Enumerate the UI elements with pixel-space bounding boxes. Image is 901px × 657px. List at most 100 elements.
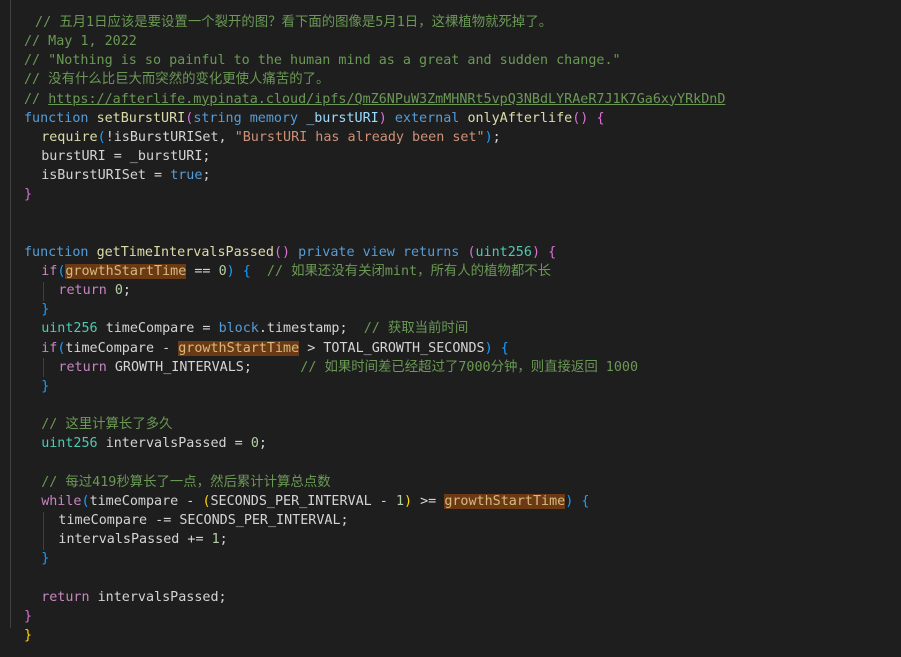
code-token: timeCompare -= SECONDS_PER_INTERVAL; [58, 512, 349, 528]
code-token: external [394, 110, 468, 126]
code-comment: // 没有什么比巨大而突然的变化更使人痛苦的了。 [24, 72, 330, 88]
code-token: growthStartTime [444, 493, 566, 509]
code-token: 0 [250, 436, 259, 452]
code-token: intervalsPassed; [97, 589, 227, 605]
code-line[interactable]: uint256 timeCompare = block.timestamp; /… [41, 319, 468, 338]
code-token: GROWTH_INTERVALS; [114, 359, 301, 375]
code-line[interactable]: } [24, 185, 32, 204]
code-token: } [24, 187, 33, 203]
code-line[interactable]: if(growthStartTime == 0) { // 如果还没有关闭min… [41, 262, 551, 281]
code-token: growthStartTime [65, 263, 187, 279]
code-token: 0 [114, 283, 123, 299]
code-comment: // 获取当前时间 [363, 321, 469, 337]
code-token: ) [484, 340, 501, 356]
code-comment: // 五月1日应该是要设置一个裂开的图？看下面的图像是5月1日，这棵植物就死掉了… [27, 15, 553, 30]
code-line[interactable]: // "Nothing is so painful to the human m… [24, 51, 621, 70]
code-line[interactable]: return intervalsPassed; [41, 588, 226, 607]
code-token: ( [97, 129, 106, 145]
code-token: private [298, 244, 363, 260]
code-line[interactable]: timeCompare -= SECONDS_PER_INTERVAL; [58, 511, 348, 530]
code-token: >= [420, 493, 445, 509]
code-line[interactable]: intervalsPassed += 1; [58, 530, 227, 549]
code-line[interactable]: } [41, 377, 49, 396]
code-token: () [273, 244, 299, 260]
code-token: if [41, 340, 58, 356]
code-line[interactable]: isBurstURISet = true; [41, 166, 210, 185]
code-token: ; [258, 436, 267, 452]
code-token: ) [404, 493, 421, 509]
code-token: timeCompare = [105, 321, 219, 337]
code-comment: // 这里计算长了多久 [41, 417, 173, 433]
code-token: ( [202, 493, 211, 509]
code-line[interactable]: burstURI = _burstURI; [41, 147, 210, 166]
code-comment: // 如果还没有关闭mint，所有人的植物都不长 [250, 263, 552, 279]
code-token: uint256 [41, 436, 106, 452]
code-token: return [58, 283, 115, 299]
code-token: true [170, 168, 203, 184]
code-line[interactable]: // 每过419秒算长了一点，然后累计计算总点数 [41, 473, 330, 492]
code-token: { [500, 340, 509, 356]
code-comment: // "Nothing is so painful to the human m… [24, 53, 621, 69]
code-token: uint256 [475, 244, 532, 260]
code-token: ; [202, 168, 211, 184]
indent-guide [43, 358, 44, 377]
indent-guide [43, 512, 44, 550]
code-token: ( [467, 244, 476, 260]
code-line[interactable]: function setBurstURI(string memory _burs… [24, 109, 605, 128]
code-line[interactable]: return 0; [58, 281, 131, 300]
code-token: ; [219, 532, 228, 548]
code-token: returns [402, 244, 468, 260]
code-line[interactable]: // 这里计算长了多久 [41, 415, 172, 434]
code-token: function [24, 244, 97, 260]
code-token: timeCompare - [65, 340, 179, 356]
code-token: SECONDS_PER_INTERVAL - [210, 493, 396, 509]
code-token: > TOTAL_GROWTH_SECONDS [299, 340, 485, 356]
code-token: !isBurstURISet, [105, 129, 235, 145]
code-line[interactable]: // 没有什么比巨大而突然的变化更使人痛苦的了。 [24, 70, 329, 89]
code-token: onlyAfterlife [467, 110, 573, 126]
code-token: } [24, 608, 33, 624]
code-token: ( [81, 493, 90, 509]
code-token: return [58, 359, 115, 375]
code-line[interactable]: // 五月1日应该是要设置一个裂开的图？看下面的图像是5月1日，这棵植物就死掉了… [27, 13, 552, 32]
code-token: ; [122, 283, 131, 299]
code-line[interactable]: while(timeCompare - (SECONDS_PER_INTERVA… [41, 492, 589, 511]
code-token: uint256 [41, 321, 106, 337]
code-token: string [193, 110, 250, 126]
code-line[interactable]: return GROWTH_INTERVALS; // 如果时间差已经超过了70… [58, 358, 638, 377]
code-token: timeCompare - [89, 493, 203, 509]
code-comment: // 每过419秒算长了一点，然后累计计算总点数 [41, 474, 331, 490]
code-line[interactable]: if(timeCompare - growthStartTime > TOTAL… [41, 339, 509, 358]
code-token: _burstURI [306, 110, 379, 126]
code-token: } [41, 551, 50, 567]
code-token: setBurstURI [96, 110, 186, 126]
code-token: ) [531, 244, 549, 260]
code-line[interactable]: require(!isBurstURISet, "BurstURI has al… [41, 128, 501, 147]
code-line[interactable]: } [41, 549, 49, 568]
code-line[interactable]: // May 1, 2022 [24, 32, 137, 51]
code-token: function [24, 110, 97, 126]
code-token: block [218, 321, 259, 337]
code-token: growthStartTime [178, 340, 300, 356]
code-comment: // May 1, 2022 [24, 34, 137, 50]
code-line[interactable]: function getTimeIntervalsPassed() privat… [24, 243, 556, 262]
code-editor[interactable]: // 五月1日应该是要设置一个裂开的图？看下面的图像是5月1日，这棵植物就死掉了… [0, 0, 901, 657]
code-token: .timestamp; [258, 321, 364, 337]
code-token: 1 [211, 532, 220, 548]
code-token: ) [226, 263, 243, 279]
code-token: { [548, 244, 557, 260]
code-token: ) [484, 129, 493, 145]
code-line[interactable]: uint256 intervalsPassed = 0; [41, 434, 267, 453]
code-line[interactable]: // https://afterlife.mypinata.cloud/ipfs… [24, 90, 725, 109]
code-token: getTimeIntervalsPassed [96, 244, 274, 260]
code-token: } [41, 302, 50, 318]
code-token: } [41, 378, 50, 394]
code-token: intervalsPassed = [105, 436, 251, 452]
code-line[interactable]: } [24, 607, 32, 626]
code-token: { [581, 493, 590, 509]
code-token: () [572, 110, 597, 126]
code-line[interactable]: } [24, 626, 32, 645]
code-token: ) [565, 493, 582, 509]
code-line[interactable]: } [41, 300, 49, 319]
ipfs-link[interactable]: https://afterlife.mypinata.cloud/ipfs/Qm… [48, 92, 725, 107]
